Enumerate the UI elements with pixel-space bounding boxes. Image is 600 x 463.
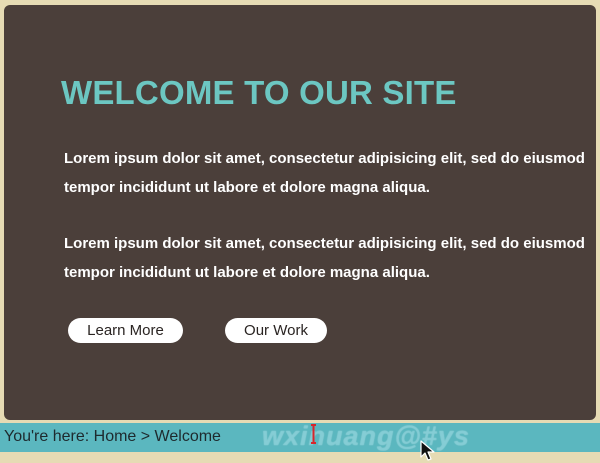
breadcrumb: You're here: Home > Welcome (4, 428, 221, 445)
hero-panel (4, 5, 596, 420)
our-work-button[interactable]: Our Work (225, 318, 327, 343)
hero-paragraph-1: Lorem ipsum dolor sit amet, consectetur … (64, 150, 585, 196)
text-cursor-icon (311, 424, 316, 444)
page-body-partial (266, 452, 566, 463)
watermark: wxinuang@#ys (262, 421, 470, 451)
hero-paragraph-2: Lorem ipsum dolor sit amet, consectetur … (64, 235, 585, 281)
learn-more-button[interactable]: Learn More (68, 318, 183, 343)
hero-title: WELCOME TO OUR SITE (61, 74, 457, 111)
page: WELCOME TO OUR SITE Lorem ipsum dolor si… (0, 0, 600, 463)
